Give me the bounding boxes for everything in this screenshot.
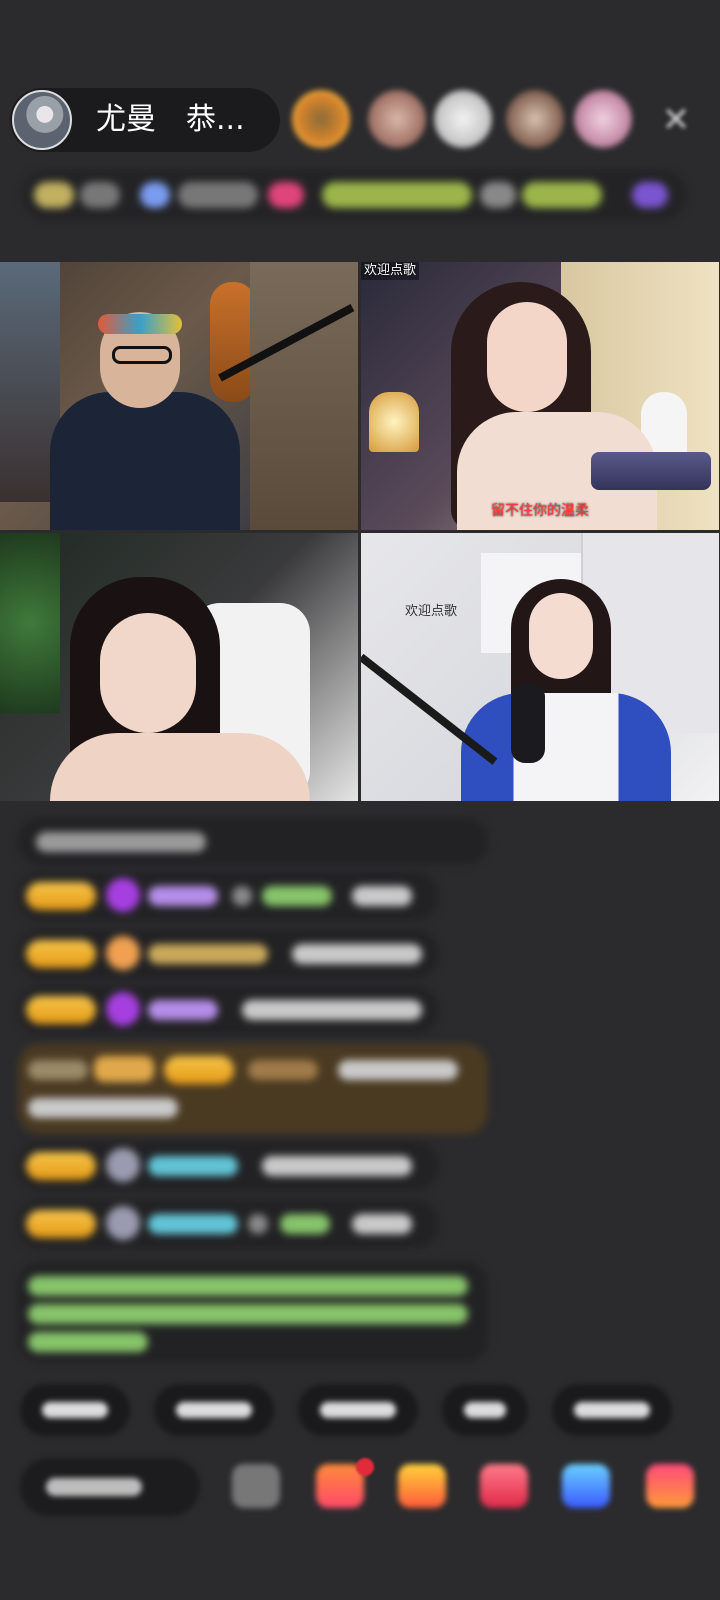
glasses bbox=[112, 346, 172, 364]
song-lyric: 留不住你的温柔 bbox=[491, 503, 589, 519]
notification-dot bbox=[356, 1458, 374, 1476]
chat-message-highlight[interactable] bbox=[18, 1044, 488, 1134]
diamond-icon bbox=[106, 992, 140, 1026]
video-tile-2[interactable]: 欢迎点歌 留不住你的温柔 bbox=[361, 262, 719, 530]
headband bbox=[98, 314, 182, 334]
bottom-toolbar bbox=[0, 1452, 720, 1528]
microphone bbox=[511, 683, 545, 763]
person-face bbox=[100, 613, 196, 733]
person-body bbox=[50, 392, 240, 530]
quick-reply-chip[interactable] bbox=[552, 1384, 672, 1436]
quick-reply-chip[interactable] bbox=[20, 1384, 130, 1436]
quick-reply-row bbox=[20, 1384, 720, 1440]
video-grid: 欢迎点歌 留不住你的温柔 欢迎点歌 bbox=[0, 262, 720, 802]
lamp bbox=[369, 392, 419, 452]
person-face bbox=[529, 593, 593, 679]
chat-message[interactable] bbox=[18, 930, 438, 978]
viewer-avatar[interactable] bbox=[574, 90, 632, 148]
level-badge bbox=[26, 996, 96, 1024]
heart-icon[interactable] bbox=[480, 1464, 528, 1508]
viewer-avatar[interactable] bbox=[292, 90, 350, 148]
live-info-row[interactable] bbox=[22, 170, 686, 220]
gift-icon[interactable] bbox=[646, 1464, 694, 1508]
video-tile-1[interactable] bbox=[0, 262, 358, 530]
person-shoulders bbox=[50, 733, 310, 801]
host-avatar[interactable] bbox=[12, 90, 72, 150]
quick-reply-chip[interactable] bbox=[298, 1384, 418, 1436]
chat-message[interactable] bbox=[18, 872, 438, 920]
person-shirt bbox=[461, 693, 671, 801]
quick-reply-chip[interactable] bbox=[154, 1384, 274, 1436]
chat-message[interactable] bbox=[18, 1200, 438, 1248]
person-face bbox=[487, 302, 567, 412]
level-badge bbox=[164, 1056, 234, 1084]
tile-caption-top: 欢迎点歌 bbox=[405, 604, 458, 619]
chat-message[interactable] bbox=[18, 986, 438, 1034]
avatar bbox=[106, 1206, 140, 1240]
video-tile-3[interactable] bbox=[0, 533, 358, 801]
chat-message[interactable] bbox=[18, 818, 488, 864]
wall bbox=[250, 262, 358, 530]
diamond-icon bbox=[106, 878, 140, 912]
level-badge bbox=[26, 1210, 96, 1238]
chat-input[interactable] bbox=[20, 1458, 200, 1516]
viewer-avatar[interactable] bbox=[506, 90, 564, 148]
microphone bbox=[591, 452, 711, 490]
viewer-avatar[interactable] bbox=[368, 90, 426, 148]
system-notice[interactable] bbox=[18, 1262, 488, 1362]
video-tile-4[interactable]: 欢迎点歌 bbox=[361, 533, 719, 801]
chat-message[interactable] bbox=[18, 1142, 438, 1190]
quick-reply-chip[interactable] bbox=[442, 1384, 528, 1436]
level-badge bbox=[26, 1152, 96, 1180]
live-header: 尤曼 恭... ✕ bbox=[10, 84, 710, 156]
viewer-avatar[interactable] bbox=[434, 90, 492, 148]
tile-caption-top: 欢迎点歌 bbox=[361, 262, 420, 280]
gift-icon bbox=[106, 936, 140, 970]
close-icon[interactable]: ✕ bbox=[656, 100, 696, 140]
level-badge bbox=[26, 882, 96, 910]
host-info-pill[interactable]: 尤曼 恭... bbox=[10, 88, 280, 152]
host-name[interactable]: 尤曼 恭... bbox=[96, 102, 245, 138]
chat-bubble-icon[interactable] bbox=[232, 1464, 280, 1508]
level-badge bbox=[26, 940, 96, 968]
mic-arm bbox=[361, 653, 498, 765]
plant bbox=[0, 533, 60, 713]
avatar bbox=[106, 1148, 140, 1182]
controller-icon[interactable] bbox=[562, 1464, 610, 1508]
game-icon[interactable] bbox=[398, 1464, 446, 1508]
